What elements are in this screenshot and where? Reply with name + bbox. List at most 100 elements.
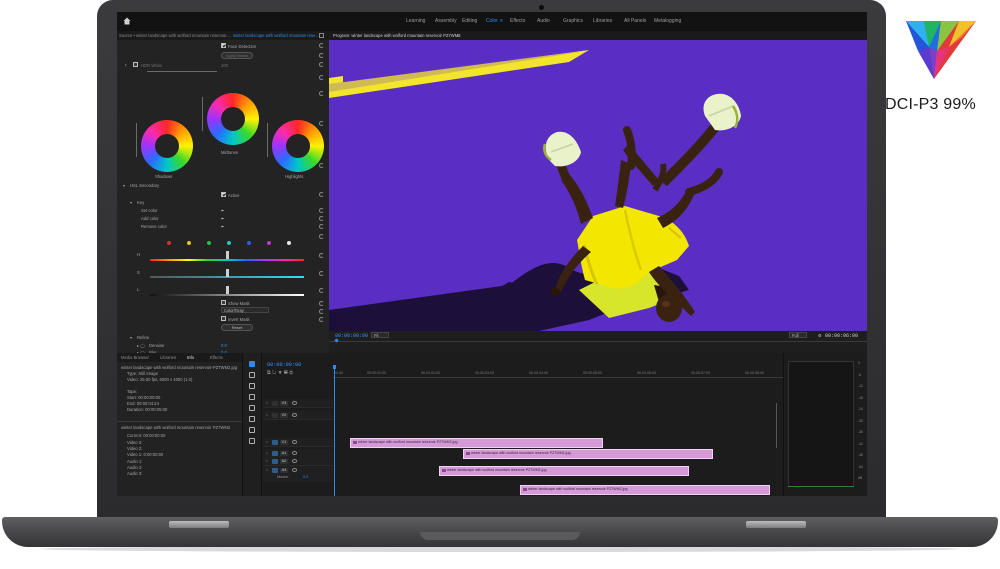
luminance-reset-icon[interactable]	[319, 288, 324, 293]
track-name[interactable]: A2	[280, 458, 288, 464]
program-playhead[interactable]	[334, 338, 339, 343]
panel-tab-libraries[interactable]: Libraries	[160, 355, 176, 360]
highlights-slider[interactable]	[267, 123, 269, 157]
preset-blue-swatch[interactable]	[247, 241, 251, 245]
luminance-range-slider[interactable]	[150, 294, 304, 296]
track-header-v1[interactable]: ⌂ V1	[263, 438, 333, 447]
preset-yellow-swatch[interactable]	[187, 241, 191, 245]
hue-range-knob[interactable]	[226, 251, 229, 259]
midtones-reset-icon[interactable]	[319, 91, 324, 96]
invert-mask-reset-icon[interactable]	[319, 317, 324, 322]
clip-v1[interactable]: winter landscape with wolford mountain r…	[439, 466, 689, 476]
timeline-ruler[interactable]: :00:00 00:00:01:00 00:00:02:00 00:00:03:00 0…	[333, 370, 783, 378]
track-select-tool-icon[interactable]	[249, 372, 255, 378]
pen-tool-icon[interactable]	[249, 416, 255, 422]
selection-tool-icon[interactable]	[249, 361, 255, 367]
track-mute-icon[interactable]	[292, 451, 297, 455]
saturation-range-knob[interactable]	[226, 269, 229, 277]
track-name[interactable]: V2	[280, 412, 288, 418]
slip-tool-icon[interactable]	[249, 405, 255, 411]
hdr-slider[interactable]	[147, 71, 217, 72]
track-lock-icon[interactable]: ⌂	[266, 413, 268, 417]
preset-cyan-swatch[interactable]	[227, 241, 231, 245]
track-visibility-eye-icon[interactable]	[292, 401, 297, 405]
razor-tool-icon[interactable]	[249, 394, 255, 400]
workspace-tab-effects[interactable]: Effects	[510, 18, 525, 24]
add-color-eyedropper-icon[interactable]: ✒	[221, 216, 225, 221]
shadows-slider[interactable]	[136, 123, 138, 157]
face-detection-reset-icon[interactable]	[319, 43, 324, 48]
home-icon[interactable]	[123, 17, 131, 25]
track-mute-icon[interactable]	[292, 468, 297, 472]
invert-mask-checkbox[interactable]	[221, 316, 226, 321]
workspace-menu-icon[interactable]: ≡	[500, 18, 503, 24]
workspace-tab-libraries[interactable]: Libraries	[593, 18, 612, 24]
timeline-toolbar-icons[interactable]: ⧉ ↻ ▼ ▤ ⚙	[267, 370, 293, 376]
shadows-wheel[interactable]	[141, 120, 193, 172]
track-visibility-eye-icon[interactable]	[292, 440, 297, 444]
track-name[interactable]: V3	[280, 400, 288, 406]
denoise-value[interactable]: 0.0	[221, 343, 227, 348]
preset-white-swatch[interactable]	[287, 241, 291, 245]
workspace-tab-metalogging[interactable]: Metalogging	[654, 18, 681, 24]
track-lock-icon[interactable]: ⌂	[266, 451, 268, 455]
quality-dropdown[interactable]: Full	[789, 332, 807, 338]
hdr-reset-icon[interactable]	[319, 62, 324, 67]
type-tool-icon[interactable]	[249, 438, 255, 444]
mask-mode-dropdown[interactable]: Color/Gray	[221, 307, 269, 313]
wheels-reset-icon[interactable]	[319, 75, 324, 80]
midtones-slider[interactable]	[202, 97, 204, 131]
hue-reset-icon[interactable]	[319, 253, 324, 258]
preset-red-swatch[interactable]	[167, 241, 171, 245]
track-target-toggle[interactable]	[272, 450, 278, 456]
panel-menu-icon[interactable]	[319, 33, 324, 38]
hue-range-slider[interactable]	[150, 259, 304, 261]
key-expand-icon[interactable]: ▾	[130, 200, 132, 205]
mask-mode-reset-icon[interactable]	[319, 309, 324, 314]
face-detection-checkbox[interactable]	[221, 43, 226, 48]
track-header-v3[interactable]: ⌂ V3	[263, 399, 333, 408]
panel-tab-media-browser[interactable]: Media Browser	[121, 355, 149, 360]
apply-match-reset-icon[interactable]	[319, 53, 324, 58]
source-tab[interactable]: Source • winter landscape with wolford m…	[119, 33, 230, 38]
timeline-playhead[interactable]	[333, 365, 336, 496]
hdr-toggle-icon[interactable]: ▸	[125, 62, 127, 67]
hand-tool-icon[interactable]	[249, 427, 255, 433]
apply-match-button[interactable]: Apply Match	[221, 52, 253, 59]
remove-color-eyedropper-icon[interactable]: ✒	[221, 224, 225, 229]
hsl-reset-button[interactable]: Reset	[221, 324, 253, 331]
track-target-toggle[interactable]	[272, 412, 278, 418]
program-title[interactable]: Program: winter landscape with wolford m…	[333, 33, 461, 38]
track-target-toggle[interactable]	[272, 400, 278, 406]
track-lock-icon[interactable]: ⌂	[266, 440, 268, 444]
denoise-toggle-icon[interactable]: ▸ ◯	[137, 343, 145, 348]
workspace-tab-editing[interactable]: Editing	[462, 18, 477, 24]
hsl-expand-icon[interactable]: ▾	[123, 183, 125, 188]
add-color-reset-icon[interactable]	[319, 216, 324, 221]
preset-green-swatch[interactable]	[207, 241, 211, 245]
workspace-tab-all-panels[interactable]: All Panels	[624, 18, 646, 24]
workspace-tab-audio[interactable]: Audio	[537, 18, 550, 24]
program-scrubber[interactable]	[329, 341, 867, 342]
track-lock-icon[interactable]: ⌂	[266, 459, 268, 463]
master-value[interactable]: 0.0	[303, 475, 308, 479]
remove-color-reset-icon[interactable]	[319, 224, 324, 229]
show-mask-checkbox[interactable]	[221, 300, 226, 305]
track-header-v2[interactable]: ⌂ V2	[263, 411, 333, 420]
workspace-tab-assembly[interactable]: Assembly	[435, 18, 457, 24]
hdr-white-value[interactable]: 100	[221, 63, 228, 68]
video-frame[interactable]	[329, 40, 867, 331]
track-target-toggle[interactable]	[272, 458, 278, 464]
workspace-tab-color[interactable]: Color	[486, 18, 498, 24]
hdr-white-checkbox[interactable]	[133, 62, 138, 67]
panel-tab-info[interactable]: Info	[187, 355, 194, 360]
workspace-tab-graphics[interactable]: Graphics	[563, 18, 583, 24]
hsl-active-checkbox[interactable]	[221, 192, 226, 197]
shadows-reset-icon[interactable]	[319, 121, 324, 126]
set-color-eyedropper-icon[interactable]: ✒	[221, 208, 225, 213]
clip-v3[interactable]: winter landscape with wolford mountain r…	[350, 438, 603, 448]
ripple-edit-tool-icon[interactable]	[249, 383, 255, 389]
highlights-reset-icon[interactable]	[319, 163, 324, 168]
program-menu-icon[interactable]: ≡	[457, 33, 459, 38]
workspace-tab-learning[interactable]: Learning	[406, 18, 425, 24]
